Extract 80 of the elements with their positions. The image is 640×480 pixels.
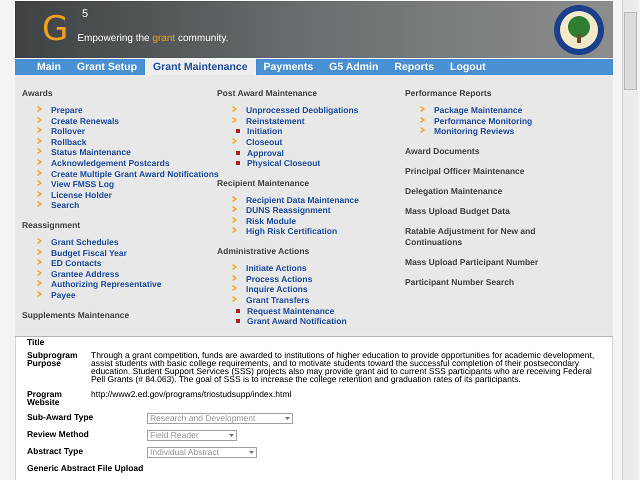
caret-icon: [228, 434, 234, 437]
caret-icon: [248, 451, 254, 454]
menu-link[interactable]: DUNS Reassignment: [246, 205, 331, 216]
menu-link[interactable]: Inquire Actions: [246, 284, 308, 294]
field-label: Title: [27, 338, 46, 346]
caret-icon: [285, 417, 290, 420]
menu-link[interactable]: Monitoring Reviews: [434, 126, 514, 136]
menu-heading: Awards: [22, 88, 54, 99]
menu-heading: Principal Officer Maintenance: [405, 166, 526, 177]
nav-tab[interactable]: Reports: [386, 59, 442, 75]
menu-link[interactable]: Process Actions: [246, 274, 312, 284]
menu-link[interactable]: High Risk Certification: [246, 226, 338, 236]
menu-heading: Performance Reports: [405, 88, 492, 99]
field-label: Sub-Award Type: [27, 413, 94, 421]
menu-heading: Recipient Maintenance: [217, 178, 310, 189]
menu-link[interactable]: Risk Module: [246, 216, 296, 226]
menu-link[interactable]: Grant Schedules: [51, 236, 119, 247]
menu-link[interactable]: Closeout: [246, 136, 282, 147]
menu-link[interactable]: Authorizing Representative: [51, 279, 162, 290]
field-label: Abstract Type: [27, 447, 84, 455]
seal-icon: [553, 4, 605, 56]
field-label: Subprogram Purpose: [27, 351, 79, 367]
menu-link[interactable]: Rollover: [51, 126, 86, 136]
menu-heading: Post Award Maintenance: [217, 88, 318, 99]
menu-link[interactable]: ED Contacts: [51, 258, 102, 268]
square-bullet-icon: [236, 150, 240, 155]
menu-link[interactable]: Reinstatement: [246, 116, 305, 126]
square-bullet-icon: [236, 161, 240, 166]
menu-sublink[interactable]: Approval: [247, 148, 284, 158]
menu-link[interactable]: Rollback: [51, 136, 86, 147]
field-label: Program Website: [27, 390, 63, 406]
scrollbar-thumb[interactable]: [624, 12, 637, 90]
square-bullet-icon: [236, 129, 240, 134]
menu-heading: Ratable Adjustment for New and Continuations: [405, 226, 537, 248]
nav-tab[interactable]: Payments: [256, 59, 322, 75]
nav-tab[interactable]: Main: [29, 59, 69, 75]
field-value: http://www2.ed.gov/programs/triostudsupp/index.html: [91, 390, 292, 398]
menu-sublink[interactable]: Request Maintenance: [247, 306, 334, 316]
menu-heading: Administrative Actions: [217, 246, 310, 257]
nav-tab[interactable]: Grant Maintenance: [145, 59, 256, 75]
field-label: Review Method: [27, 430, 90, 438]
menu-link[interactable]: Recipient Data Maintenance: [246, 194, 359, 205]
menu-link[interactable]: Initiate Actions: [246, 262, 307, 273]
logo-superscript: 5: [82, 6, 88, 22]
menu-link[interactable]: Prepare: [51, 105, 83, 115]
menu-link[interactable]: License Holder: [51, 190, 112, 200]
menu-link[interactable]: Payee: [51, 290, 76, 300]
square-bullet-icon: [236, 319, 240, 324]
nav-tab[interactable]: Grant Setup: [68, 59, 146, 75]
menu-sublink[interactable]: Physical Closeout: [247, 158, 320, 168]
nav-tab[interactable]: Logout: [442, 59, 494, 75]
menu-sublink[interactable]: Initiation: [247, 126, 282, 136]
menu-heading: Delegation Maintenance: [405, 186, 504, 197]
menu-heading: Mass Upload Budget Data: [405, 206, 511, 217]
menu-link[interactable]: Grant Transfers: [246, 294, 310, 305]
tagline: Empowering the grant community.: [77, 32, 228, 46]
field-label: Generic Abstract File Upload: [27, 464, 144, 472]
scrollbar[interactable]: [622, 0, 638, 480]
menu-heading: Participant Number Search: [405, 276, 516, 288]
menu-link[interactable]: Budget Fiscal Year: [51, 248, 127, 258]
menu-link[interactable]: View FMSS Log: [51, 179, 114, 190]
field-value: Through a grant competition, funds are awarded to institutions of higher education to provide opportunities for academic development, assist students with basic college requirements, and to motivate students toward the successful completion of their postsecondary education. Student Support Services (SSS) projects also may provide grant aid to current SSS participants who are receiving Federal Pell Grants (# 84.063). The goal of SSS is to increase the college retention and graduation rates of its participants.: [91, 351, 596, 383]
square-bullet-icon: [236, 308, 240, 313]
menu-link[interactable]: Unprocessed Deobligations: [246, 105, 358, 115]
menu-link[interactable]: Create Renewals: [51, 116, 120, 126]
chevron-icon: [232, 138, 237, 144]
nav-tab[interactable]: G5 Admin: [321, 59, 386, 75]
menu-link[interactable]: Grantee Address: [51, 268, 120, 279]
menu-heading: Supplements Maintenance: [22, 310, 130, 320]
menu-link[interactable]: Package Maintenance: [434, 105, 522, 115]
menu-link[interactable]: Create Multiple Grant Award Notifications: [51, 168, 219, 179]
menu-link[interactable]: Status Maintenance: [51, 147, 131, 158]
menu-sublink[interactable]: Grant Award Notification: [247, 316, 347, 326]
menu-link[interactable]: Acknowledgement Postcards: [51, 158, 170, 168]
menu-heading: Mass Upload Participant Number: [405, 256, 540, 268]
menu-link[interactable]: Performance Monitoring: [434, 116, 532, 126]
menu-heading: Reassignment: [22, 220, 82, 231]
menu-heading: Award Documents: [405, 146, 480, 157]
logo-letter: G: [42, 8, 68, 48]
menu-link[interactable]: Search: [51, 200, 80, 210]
